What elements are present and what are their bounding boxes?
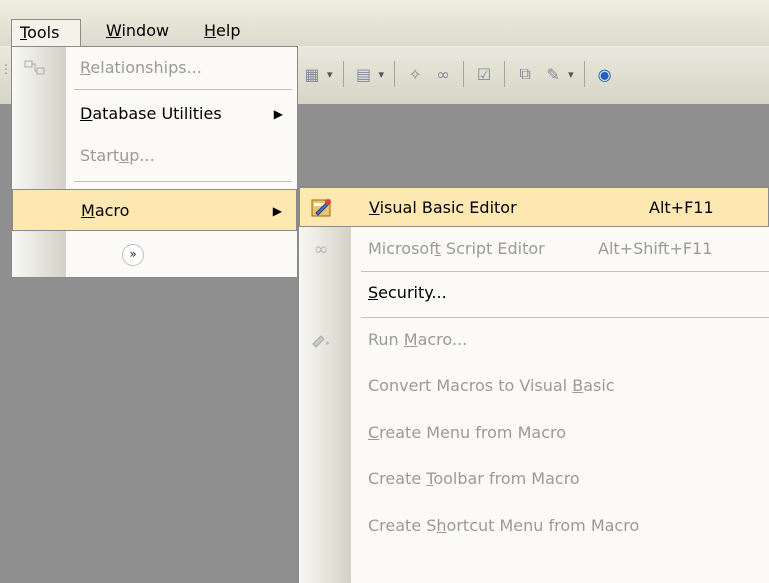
menu-item-label: Run Macro...: [368, 330, 468, 349]
menu-item-label: Microsoft Script Editor: [368, 239, 545, 258]
submenu-arrow-icon: ▶: [273, 107, 283, 121]
menu-item-label: Create Menu from Macro: [368, 423, 567, 442]
properties-icon[interactable]: ☑: [472, 62, 496, 86]
menu-item-label: Database Utilities: [80, 104, 222, 123]
dropdown-arrow-icon[interactable]: ▾: [327, 68, 333, 81]
new-object-icon[interactable]: ✎: [541, 62, 565, 86]
toolbar-separator: [463, 61, 465, 87]
menu-item-label: Relationships...: [80, 58, 202, 77]
help-icon[interactable]: ◉: [593, 62, 617, 86]
menu-item-run-macro[interactable]: Run Macro...: [299, 320, 769, 360]
menu-item-database-utilities[interactable]: Database Utilities ▶: [12, 93, 297, 135]
tools-menu: Relationships... Database Utilities ▶ St…: [11, 46, 298, 278]
menu-item-label: Startup...: [80, 146, 155, 165]
toolbar-separator: [342, 61, 344, 87]
toolbar-separator: [504, 61, 506, 87]
menu-item-create-menu[interactable]: Create Menu from Macro: [299, 413, 769, 453]
menu-bar: Tools Window Help: [0, 0, 769, 47]
visual-basic-editor-icon: [309, 196, 335, 220]
run-macro-icon: [308, 328, 334, 352]
menu-item-create-toolbar[interactable]: Create Toolbar from Macro: [299, 459, 769, 499]
toolbar-grip[interactable]: ⋮: [0, 62, 12, 86]
menu-separator: [74, 89, 292, 90]
script-editor-icon: ∞: [313, 238, 329, 260]
toolbar: ▦ ▾ ▤ ▾ ✧ ∞ ☑ ⧉ ✎ ▾ ◉: [298, 52, 619, 96]
menu-item-script-editor[interactable]: ∞ Microsoft Script Editor Alt+Shift+F11: [299, 229, 769, 269]
menu-item-convert-macros[interactable]: Convert Macros to Visual Basic: [299, 366, 769, 406]
code-icon[interactable]: ✧: [403, 62, 427, 86]
menu-item-label: Macro: [81, 201, 130, 220]
submenu-arrow-icon: ▶: [272, 204, 282, 218]
menu-item-create-shortcut-menu[interactable]: Create Shortcut Menu from Macro: [299, 506, 769, 546]
dropdown-arrow-icon[interactable]: ▾: [379, 68, 385, 81]
shortcut-label: Alt+F11: [649, 198, 714, 217]
menu-item-macro[interactable]: Macro ▶: [12, 189, 297, 231]
macro-submenu: Visual Basic Editor Alt+F11 ∞ Microsoft …: [298, 186, 769, 583]
menu-separator: [361, 317, 769, 318]
menubar-window[interactable]: Window: [106, 18, 169, 45]
office-links-icon[interactable]: ▦: [300, 62, 324, 86]
menu-item-label: Create Toolbar from Macro: [368, 469, 580, 488]
analyze-icon[interactable]: ▤: [352, 62, 376, 86]
toolbar-separator: [394, 61, 396, 87]
menu-item-visual-basic-editor[interactable]: Visual Basic Editor Alt+F11: [299, 187, 769, 227]
menu-item-label: Create Shortcut Menu from Macro: [368, 516, 640, 535]
expand-menu-icon[interactable]: »: [122, 244, 144, 266]
shortcut-label: Alt+Shift+F11: [598, 239, 713, 258]
menu-item-label: Visual Basic Editor: [369, 198, 517, 217]
menu-separator: [361, 271, 769, 272]
menu-item-security[interactable]: Security...: [299, 273, 769, 313]
menu-item-relationships[interactable]: Relationships...: [12, 47, 297, 89]
menu-item-label: Security...: [368, 283, 447, 302]
relationships-toolbar-icon[interactable]: ⧉: [513, 62, 537, 86]
menu-separator: [74, 181, 292, 182]
dropdown-arrow-icon[interactable]: ▾: [568, 68, 574, 81]
script-icon[interactable]: ∞: [431, 62, 455, 86]
menubar-tools[interactable]: Tools: [11, 19, 81, 46]
menu-item-label: Convert Macros to Visual Basic: [368, 376, 615, 395]
menu-item-startup[interactable]: Startup...: [12, 135, 297, 177]
menubar-help[interactable]: Help: [204, 18, 240, 45]
toolbar-separator: [583, 61, 585, 87]
relationships-icon: [22, 56, 48, 80]
